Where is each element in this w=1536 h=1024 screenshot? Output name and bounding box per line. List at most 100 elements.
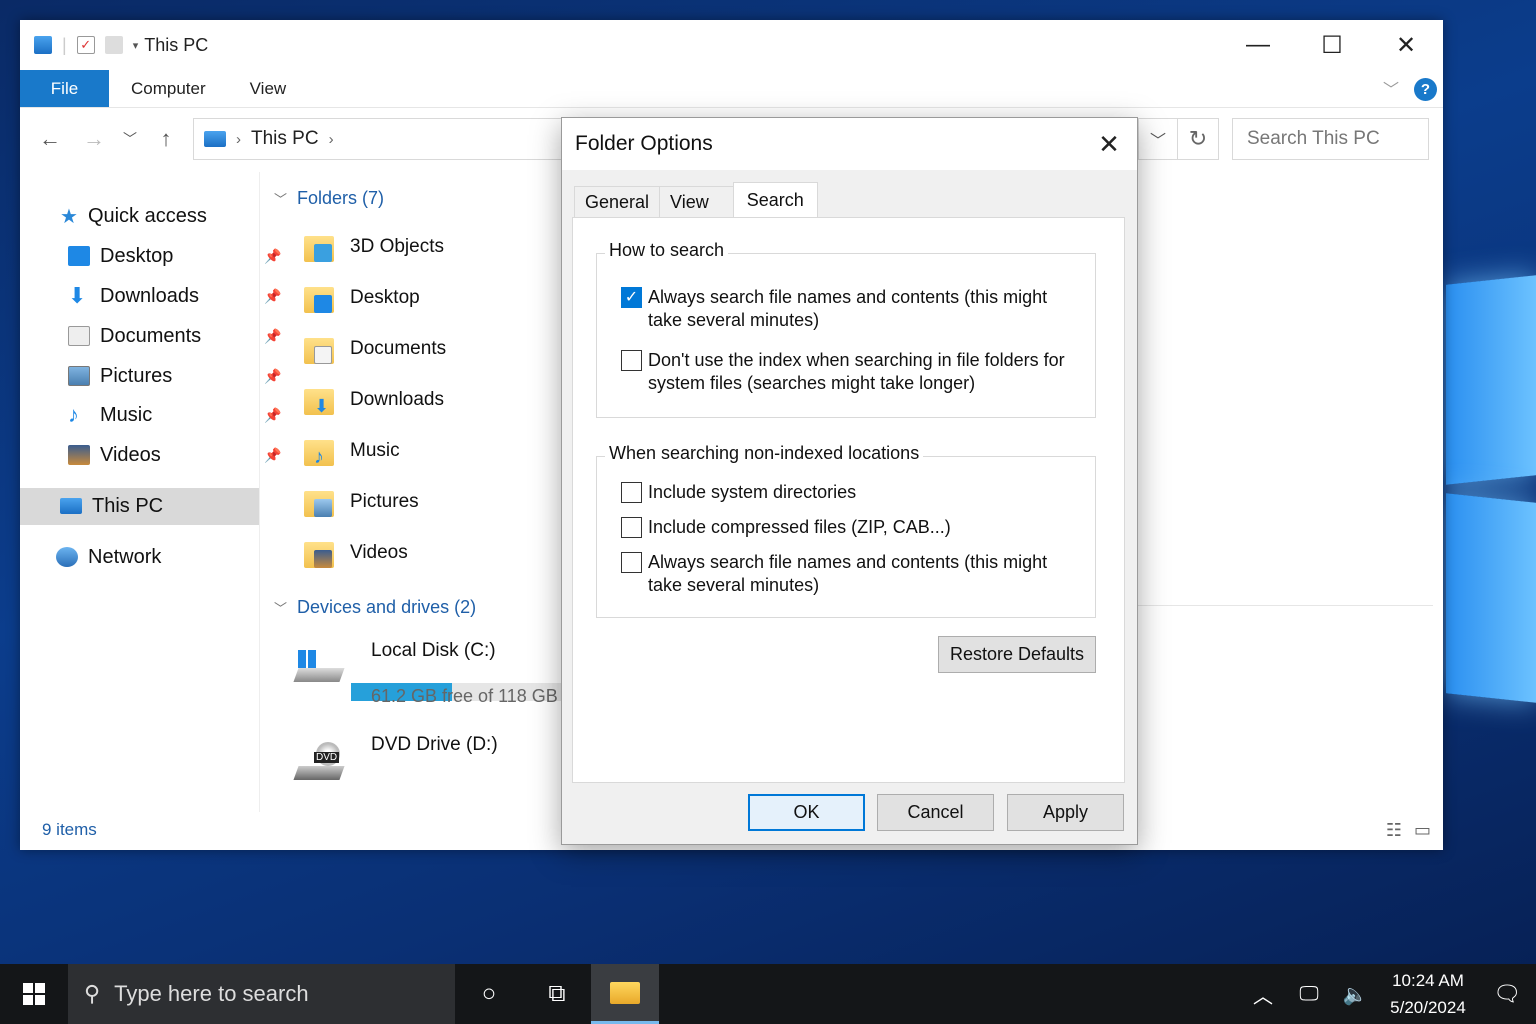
include-system-directories-checkbox[interactable]: Include system directories (621, 481, 1071, 504)
videos-folder-icon (304, 536, 334, 570)
group-header-folders[interactable]: ﹀ Folders (7) (274, 188, 384, 209)
tab-computer[interactable]: Computer (109, 70, 228, 107)
pictures-icon (68, 366, 90, 386)
folder-documents[interactable]: Documents (304, 332, 446, 366)
videos-icon (68, 445, 90, 465)
breadcrumb-separator-icon[interactable]: › (236, 131, 241, 148)
folder-music[interactable]: ♪ Music (304, 434, 400, 468)
back-button[interactable]: ← (32, 126, 68, 152)
folder-3d-objects[interactable]: 3D Objects (304, 230, 444, 264)
non-indexed-group: When searching non-indexed locations Inc… (596, 443, 1096, 618)
nav-item-label: Documents (100, 324, 202, 347)
windows-logo-icon (23, 983, 45, 1005)
ok-button[interactable]: OK (748, 794, 865, 831)
non-indexed-always-search-contents-checkbox[interactable]: Always search file names and contents (t… (621, 551, 1071, 597)
folder-videos[interactable]: Videos (304, 536, 408, 570)
checkbox-unchecked-icon[interactable] (621, 350, 642, 371)
breadcrumb[interactable]: This PC (251, 128, 319, 150)
this-pc-icon (60, 498, 82, 514)
nav-item-label: Downloads (100, 284, 199, 307)
always-search-contents-checkbox[interactable]: ✓ Always search file names and contents … (621, 286, 1071, 332)
customize-toolbar-icon[interactable]: ▾ (133, 39, 139, 52)
minimize-button[interactable]: — (1221, 20, 1295, 70)
folder-pictures[interactable]: Pictures (304, 485, 419, 519)
expand-ribbon-icon[interactable]: ﹀ (1383, 76, 1399, 100)
checkbox-checked-icon[interactable]: ✓ (621, 287, 642, 308)
dvd-drive-icon[interactable]: DVD (293, 742, 345, 782)
help-icon[interactable]: ? (1414, 78, 1437, 101)
nav-item-videos[interactable]: Videos 📌 (68, 437, 281, 473)
nav-item-this-pc[interactable]: This PC (60, 488, 163, 524)
local-disk-free: 61.2 GB free of 118 GB (371, 686, 558, 707)
up-button[interactable]: ↑ (148, 126, 184, 152)
properties-icon[interactable]: ✓ (76, 36, 95, 54)
nav-item-label: Videos (100, 443, 161, 466)
nav-item-quick-access[interactable]: ★ Quick access (60, 198, 207, 234)
breadcrumb-separator-icon[interactable]: › (329, 131, 334, 148)
maximize-button[interactable]: ☐ (1295, 20, 1369, 70)
nav-item-label: Music (100, 403, 153, 426)
folder-label: Music (350, 440, 400, 461)
checkbox-unchecked-icon[interactable] (621, 517, 642, 538)
local-disk-name[interactable]: Local Disk (C:) (371, 640, 496, 662)
recent-locations-button[interactable]: ﹀ (120, 129, 140, 149)
group-header-drives[interactable]: ﹀ Devices and drives (2) (274, 597, 476, 618)
nav-item-downloads[interactable]: ⬇ Downloads 📌 (68, 278, 281, 314)
refresh-icon[interactable]: ↻ (1177, 118, 1219, 160)
3d-objects-folder-icon (304, 230, 334, 264)
checkbox-label: Include compressed files (ZIP, CAB...) (648, 517, 951, 537)
navigation-pane: ★ Quick access Desktop 📌 ⬇ Downloads 📌 D… (20, 172, 281, 812)
checkbox-unchecked-icon[interactable] (621, 552, 642, 573)
nav-item-documents[interactable]: Documents 📌 (68, 318, 281, 354)
file-explorer-taskbar-icon[interactable] (591, 964, 659, 1024)
dialog-close-icon[interactable]: ✕ (1089, 125, 1129, 163)
file-tab[interactable]: File (20, 70, 109, 107)
action-center-icon[interactable]: 🗨 (1478, 981, 1536, 1007)
dialog-tabs: General View Search (574, 182, 818, 218)
taskbar-search-input[interactable]: ⚲ Type here to search (68, 964, 455, 1024)
dont-use-index-checkbox[interactable]: Don't use the index when searching in fi… (621, 349, 1071, 395)
address-bar[interactable]: › This PC › (193, 118, 573, 160)
checkbox-unchecked-icon[interactable] (621, 482, 642, 503)
wallpaper-windows-logo (1440, 275, 1536, 710)
nav-item-music[interactable]: ♪ Music 📌 (68, 397, 281, 433)
this-pc-icon (34, 36, 52, 54)
ribbon-tabs: File Computer View ﹀ ? (20, 70, 1443, 108)
include-compressed-files-checkbox[interactable]: Include compressed files (ZIP, CAB...) (621, 516, 1071, 539)
folder-label: Documents (350, 338, 447, 359)
apply-button[interactable]: Apply (1007, 794, 1124, 831)
star-icon: ★ (60, 205, 78, 228)
folder-downloads[interactable]: ⬇ Downloads (304, 383, 444, 417)
nav-item-network[interactable]: Network (56, 539, 161, 575)
cancel-button[interactable]: Cancel (877, 794, 994, 831)
show-hidden-icons-icon[interactable]: ︿ (1240, 980, 1286, 1009)
network-status-icon[interactable]: 🖵 (1286, 983, 1332, 1006)
tab-view[interactable]: View (228, 70, 309, 107)
volume-icon[interactable]: 🔈 (1332, 982, 1378, 1007)
large-icons-view-icon[interactable]: ▭ (1414, 820, 1431, 841)
cortana-icon[interactable]: ○ (455, 964, 523, 1024)
dvd-drive-name[interactable]: DVD Drive (D:) (371, 734, 498, 756)
group-header-label: Devices and drives (2) (297, 597, 477, 617)
details-view-icon[interactable]: ☷ (1386, 820, 1402, 841)
folder-desktop[interactable]: Desktop (304, 281, 420, 315)
task-view-icon[interactable]: ⧉ (523, 964, 591, 1024)
search-input[interactable]: Search This PC (1232, 118, 1429, 160)
start-button[interactable] (0, 964, 68, 1024)
nav-item-desktop[interactable]: Desktop 📌 (68, 238, 281, 274)
address-dropdown-button[interactable]: ﹀ (1138, 118, 1178, 160)
local-disk-icon[interactable] (293, 648, 345, 688)
nav-item-pictures[interactable]: Pictures 📌 (68, 358, 281, 394)
restore-defaults-button[interactable]: Restore Defaults (938, 636, 1096, 673)
clock[interactable]: 10:24 AM 5/20/2024 (1378, 967, 1478, 1021)
forward-button[interactable]: → (76, 126, 112, 152)
close-button[interactable]: ✕ (1369, 20, 1443, 70)
tab-search[interactable]: Search (732, 182, 818, 218)
folder-label: Downloads (350, 389, 444, 410)
drive-label: DVD Drive (D:) (371, 734, 498, 755)
tab-view[interactable]: View (659, 186, 734, 218)
tab-general[interactable]: General (574, 186, 661, 218)
clock-time: 10:24 AM (1392, 971, 1464, 990)
music-icon: ♪ (68, 402, 79, 427)
new-folder-icon[interactable] (104, 36, 123, 54)
